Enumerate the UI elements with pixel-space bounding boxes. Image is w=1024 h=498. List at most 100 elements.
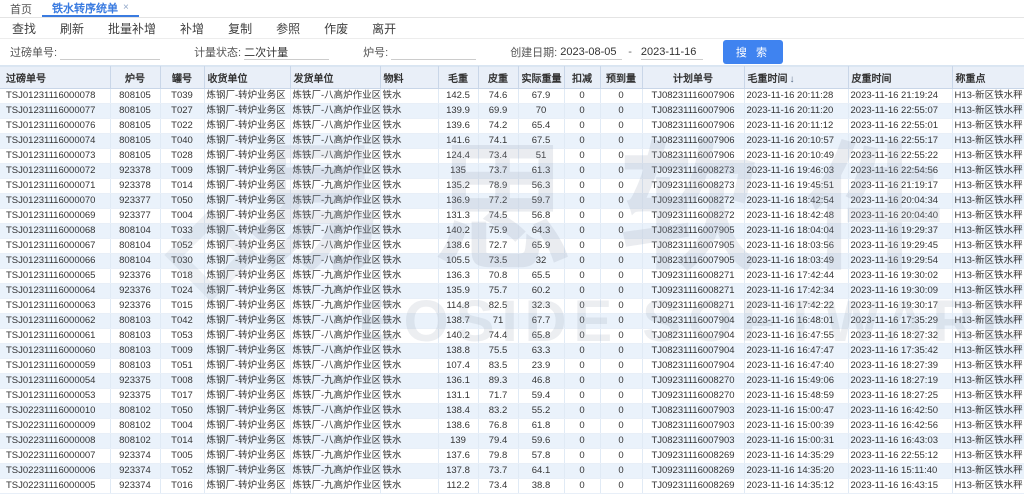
table-row[interactable]: TSJ02231116000010808102T050炼钢厂-转炉业务区炼铁厂-… <box>0 404 1024 419</box>
table-row[interactable]: TSJ02231116000005923374T016炼钢厂-转炉业务区炼铁厂-… <box>0 479 1024 494</box>
toolbar-button-0[interactable]: 查找 <box>0 20 48 37</box>
cell: 铁水 <box>380 314 438 329</box>
cell: 铁水 <box>380 134 438 149</box>
toolbar-button-6[interactable]: 作废 <box>312 20 360 37</box>
cell: H13-新区铁水秤 <box>952 89 1024 104</box>
cell: 136.3 <box>438 269 478 284</box>
cell: 2023-11-16 15:49:06 <box>744 374 848 389</box>
table-row[interactable]: TSJ01231116000054923375T008炼钢厂-转炉业务区炼铁厂-… <box>0 374 1024 389</box>
column-header-2[interactable]: 罐号 <box>160 67 204 89</box>
cell: 0 <box>600 149 642 164</box>
table-row[interactable]: TSJ01231116000053923375T017炼钢厂-转炉业务区炼铁厂-… <box>0 389 1024 404</box>
table-row[interactable]: TSJ02231116000009808102T004炼钢厂-转炉业务区炼铁厂-… <box>0 419 1024 434</box>
cell: 2023-11-16 15:11:40 <box>848 464 952 479</box>
date-from-input[interactable] <box>560 45 622 60</box>
column-header-5[interactable]: 物料 <box>380 67 438 89</box>
column-header-8[interactable]: 实际重量 <box>518 67 564 89</box>
table-row[interactable]: TSJ01231116000070923377T050炼钢厂-转炉业务区炼铁厂-… <box>0 194 1024 209</box>
column-header-10[interactable]: 预到量 <box>600 67 642 89</box>
table-row[interactable]: TSJ02231116000006923374T052炼钢厂-转炉业务区炼铁厂-… <box>0 464 1024 479</box>
close-icon[interactable]: × <box>123 2 129 13</box>
table-row[interactable]: TSJ01231116000065923376T018炼钢厂-转炉业务区炼铁厂-… <box>0 269 1024 284</box>
table-row[interactable]: TSJ01231116000071923378T014炼钢厂-转炉业务区炼铁厂-… <box>0 179 1024 194</box>
cell: T022 <box>160 119 204 134</box>
cell: 51 <box>518 149 564 164</box>
cell: 0 <box>564 194 600 209</box>
cell: 0 <box>600 179 642 194</box>
column-header-1[interactable]: 炉号 <box>110 67 160 89</box>
tab-iron-transfer-list[interactable]: 铁水转序统单 × <box>42 0 139 17</box>
column-header-13[interactable]: 皮重时间 <box>848 67 952 89</box>
toolbar-button-7[interactable]: 离开 <box>360 20 408 37</box>
column-header-3[interactable]: 收货单位 <box>204 67 290 89</box>
table-row[interactable]: TSJ01231116000062808103T042炼钢厂-转炉业务区炼铁厂-… <box>0 314 1024 329</box>
cell: TSJ01231116000064 <box>0 284 110 299</box>
cell: 0 <box>564 314 600 329</box>
toolbar-button-5[interactable]: 参照 <box>264 20 312 37</box>
cell: 2023-11-16 22:55:07 <box>848 104 952 119</box>
toolbar-button-1[interactable]: 刷新 <box>48 20 96 37</box>
column-header-12[interactable]: 毛重时间↓ <box>744 67 848 89</box>
metering-status-input[interactable] <box>244 45 329 60</box>
cell: T040 <box>160 134 204 149</box>
table-row[interactable]: TSJ01231116000076808105T022炼钢厂-转炉业务区炼铁厂-… <box>0 119 1024 134</box>
table-row[interactable]: TSJ01231116000067808104T052炼钢厂-转炉业务区炼铁厂-… <box>0 239 1024 254</box>
table-row[interactable]: TSJ01231116000073808105T028炼钢厂-转炉业务区炼铁厂-… <box>0 149 1024 164</box>
cell: 2023-11-16 20:04:40 <box>848 209 952 224</box>
column-header-9[interactable]: 扣减 <box>564 67 600 89</box>
toolbar-button-3[interactable]: 补增 <box>168 20 216 37</box>
cell: 炼铁厂-九高炉作业区 <box>290 164 380 179</box>
cell: TSJ01231116000059 <box>0 359 110 374</box>
table-row[interactable]: TSJ01231116000078808105T039炼钢厂-转炉业务区炼铁厂-… <box>0 89 1024 104</box>
date-to-input[interactable] <box>641 45 703 60</box>
table-row[interactable]: TSJ01231116000072923378T009炼钢厂-转炉业务区炼铁厂-… <box>0 164 1024 179</box>
table-row[interactable]: TSJ01231116000059808103T051炼钢厂-转炉业务区炼铁厂-… <box>0 359 1024 374</box>
table-row[interactable]: TSJ01231116000074808105T040炼钢厂-转炉业务区炼铁厂-… <box>0 134 1024 149</box>
table-row[interactable]: TSJ02231116000008808102T014炼钢厂-转炉业务区炼铁厂-… <box>0 434 1024 449</box>
cell: 923376 <box>110 299 160 314</box>
column-header-14[interactable]: 称重点 <box>952 67 1024 89</box>
cell: 72.7 <box>478 239 518 254</box>
cell: TJ09231116008270 <box>642 374 744 389</box>
table-row[interactable]: TSJ01231116000063923376T015炼钢厂-转炉业务区炼铁厂-… <box>0 299 1024 314</box>
cell: 135 <box>438 164 478 179</box>
cell: 65.5 <box>518 269 564 284</box>
cell: 70.8 <box>478 269 518 284</box>
cell: 67.5 <box>518 134 564 149</box>
column-header-4[interactable]: 发货单位 <box>290 67 380 89</box>
cell: T033 <box>160 224 204 239</box>
cell: H13-新区铁水秤 <box>952 149 1024 164</box>
cell: 2023-11-16 20:04:34 <box>848 194 952 209</box>
cell: 138.6 <box>438 239 478 254</box>
cell: 808105 <box>110 149 160 164</box>
table-row[interactable]: TSJ01231116000077808105T027炼钢厂-转炉业务区炼铁厂-… <box>0 104 1024 119</box>
cell: 74.5 <box>478 209 518 224</box>
table-row[interactable]: TSJ02231116000007923374T005炼钢厂-转炉业务区炼铁厂-… <box>0 449 1024 464</box>
toolbar-button-4[interactable]: 复制 <box>216 20 264 37</box>
table-row[interactable]: TSJ01231116000066808104T030炼钢厂-转炉业务区炼铁厂-… <box>0 254 1024 269</box>
table-row[interactable]: TSJ01231116000061808103T053炼钢厂-转炉业务区炼铁厂-… <box>0 329 1024 344</box>
cell: TSJ02231116000010 <box>0 404 110 419</box>
furnace-no-input[interactable] <box>391 45 476 60</box>
column-header-11[interactable]: 计划单号 <box>642 67 744 89</box>
column-header-6[interactable]: 毛重 <box>438 67 478 89</box>
column-header-7[interactable]: 皮重 <box>478 67 518 89</box>
cell: TSJ02231116000005 <box>0 479 110 494</box>
table-row[interactable]: TSJ01231116000064923376T024炼钢厂-转炉业务区炼铁厂-… <box>0 284 1024 299</box>
cell: 炼钢厂-转炉业务区 <box>204 119 290 134</box>
cell: 808104 <box>110 239 160 254</box>
toolbar-button-2[interactable]: 批量补增 <box>96 20 168 37</box>
cell: 61.8 <box>518 419 564 434</box>
weigh-no-input[interactable] <box>60 45 160 60</box>
table-row[interactable]: TSJ01231116000068808104T033炼钢厂-转炉业务区炼铁厂-… <box>0 224 1024 239</box>
cell: 0 <box>600 164 642 179</box>
cell: 铁水 <box>380 89 438 104</box>
column-header-0[interactable]: 过磅单号 <box>0 67 110 89</box>
table-row[interactable]: TSJ01231116000069923377T004炼钢厂-转炉业务区炼铁厂-… <box>0 209 1024 224</box>
cell: 0 <box>600 104 642 119</box>
tab-home[interactable]: 首页 <box>0 0 42 17</box>
table-row[interactable]: TSJ01231116000060808103T009炼钢厂-转炉业务区炼铁厂-… <box>0 344 1024 359</box>
search-button[interactable]: 搜 索 <box>723 40 783 64</box>
cell: T005 <box>160 449 204 464</box>
cell: 2023-11-16 21:19:17 <box>848 179 952 194</box>
